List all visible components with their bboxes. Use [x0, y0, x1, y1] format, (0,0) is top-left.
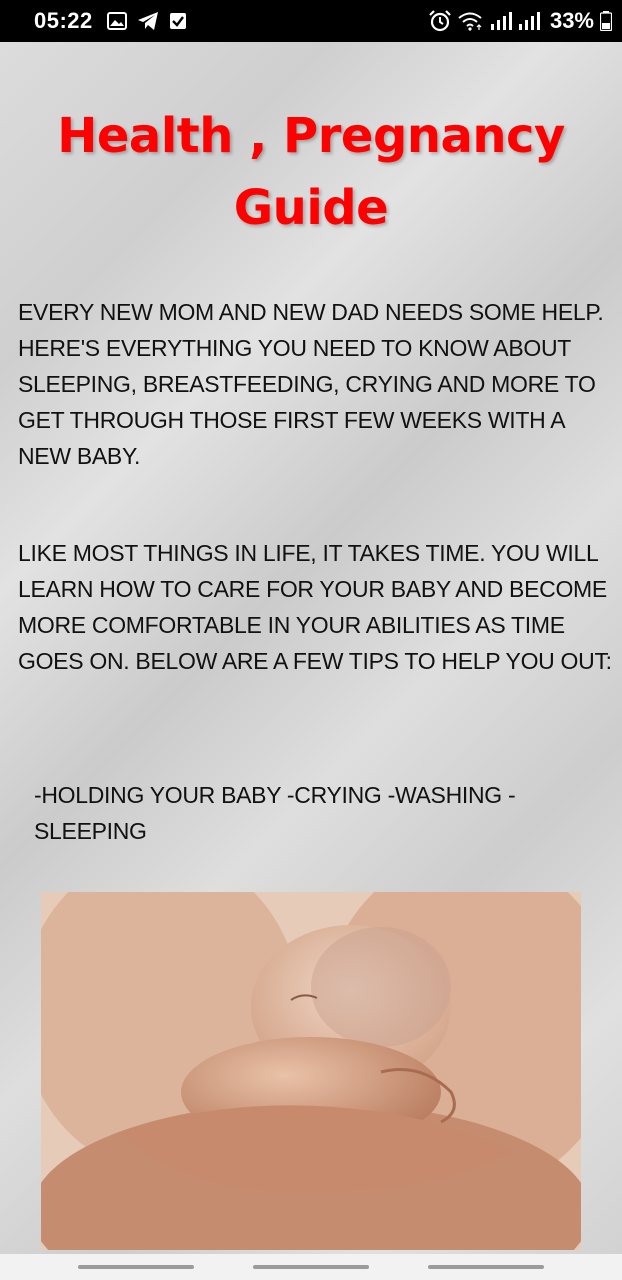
battery-icon — [600, 11, 612, 31]
navigation-bar — [0, 1254, 622, 1280]
telegram-icon — [137, 12, 158, 30]
system-status-icons: 33% — [428, 8, 612, 34]
status-time: 05:22 — [34, 8, 93, 33]
page-title: Health , Pregnancy Guide — [57, 108, 565, 236]
tips-list: -HOLDING YOUR BABY -CRYING -WASHING -SLE… — [34, 782, 516, 844]
nav-recents-button[interactable] — [78, 1265, 194, 1269]
gallery-icon — [106, 12, 127, 30]
baby-photo — [41, 892, 581, 1250]
status-bar: 05:22 33% — [0, 0, 622, 42]
main-content[interactable]: Health , Pregnancy Guide EVERY NEW MOM A… — [0, 42, 622, 1254]
wifi-icon — [458, 12, 482, 31]
alarm-icon — [429, 10, 451, 32]
nav-home-button[interactable] — [253, 1265, 369, 1269]
baby-photo-illustration — [41, 892, 581, 1250]
nav-back-button[interactable] — [428, 1265, 544, 1269]
intro-paragraph: EVERY NEW MOM AND NEW DAD NEEDS SOME HEL… — [18, 299, 604, 469]
checkbox-icon — [169, 13, 186, 29]
signal-icon — [518, 12, 540, 30]
signal-icon — [490, 12, 512, 30]
battery-percent: 33% — [549, 8, 594, 33]
advice-paragraph: LIKE MOST THINGS IN LIFE, IT TAKES TIME.… — [18, 540, 612, 674]
notification-icons — [106, 11, 187, 31]
